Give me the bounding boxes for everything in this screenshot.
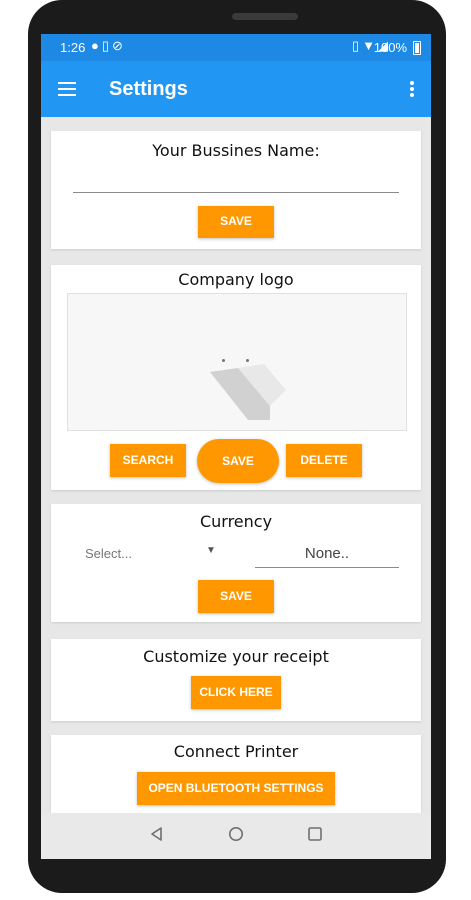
save-business-name-button[interactable]: SAVE <box>198 206 274 238</box>
app-bar: Settings <box>41 61 431 117</box>
no-disturb-icon: ⊘ <box>112 38 126 53</box>
status-bar: 1:26 ●▯⊘ ▯▼◢ 100% <box>41 34 431 61</box>
status-time: 1:26 <box>60 40 86 55</box>
business-name-input[interactable] <box>73 169 399 189</box>
open-bluetooth-settings-button[interactable]: OPEN BLUETOOTH SETTINGS <box>137 772 335 805</box>
page-title: Settings <box>109 78 188 100</box>
currency-field-underline <box>255 567 399 568</box>
currency-card: Currency Select... ▼ None.. SAVE <box>51 504 421 622</box>
printer-label: Connect Printer <box>173 742 299 761</box>
company-logo-card: Company logo SEARCH SAVE DELETE <box>51 265 421 490</box>
image-placeholder-icon <box>210 364 286 420</box>
currency-label: Currency <box>199 512 273 531</box>
save-logo-button[interactable]: SAVE <box>197 439 279 483</box>
receipt-label: Customize your receipt <box>143 647 329 666</box>
business-name-label: Your Bussines Name: <box>152 141 320 160</box>
logo-preview <box>67 293 407 431</box>
status-left-icons: ●▯⊘ <box>91 38 126 54</box>
save-currency-button[interactable]: SAVE <box>198 580 274 613</box>
currency-dropdown-value: Select... <box>85 546 132 561</box>
receipt-card: Customize your receipt CLICK HERE <box>51 639 421 721</box>
business-name-card: Your Bussines Name: SAVE <box>51 131 421 249</box>
chevron-down-icon: ▼ <box>206 545 216 556</box>
back-icon[interactable] <box>149 826 165 842</box>
company-logo-label: Company logo <box>178 270 294 289</box>
battery-icon <box>413 41 421 55</box>
screen: 1:26 ●▯⊘ ▯▼◢ 100% Settings Your Bussines… <box>41 34 431 859</box>
more-vert-icon[interactable] <box>410 81 414 97</box>
business-name-underline <box>73 192 399 193</box>
home-icon[interactable] <box>228 826 244 842</box>
battery-percent: 100% <box>373 40 407 55</box>
currency-field[interactable]: None.. <box>255 545 399 562</box>
customize-receipt-button[interactable]: CLICK HERE <box>191 676 281 709</box>
search-logo-button[interactable]: SEARCH <box>110 444 186 477</box>
message-icon: ● <box>91 38 102 53</box>
sim-icon: ▯ <box>101 38 113 53</box>
delete-logo-button[interactable]: DELETE <box>286 444 362 477</box>
recents-icon[interactable] <box>307 826 323 842</box>
phone-speaker <box>232 13 298 20</box>
hamburger-menu-icon[interactable] <box>58 82 76 96</box>
currency-dropdown[interactable]: Select... ▼ <box>85 545 235 565</box>
printer-card: Connect Printer OPEN BLUETOOTH SETTINGS <box>51 735 421 813</box>
navigation-bar <box>41 813 431 859</box>
vibrate-icon: ▯ <box>351 38 363 53</box>
